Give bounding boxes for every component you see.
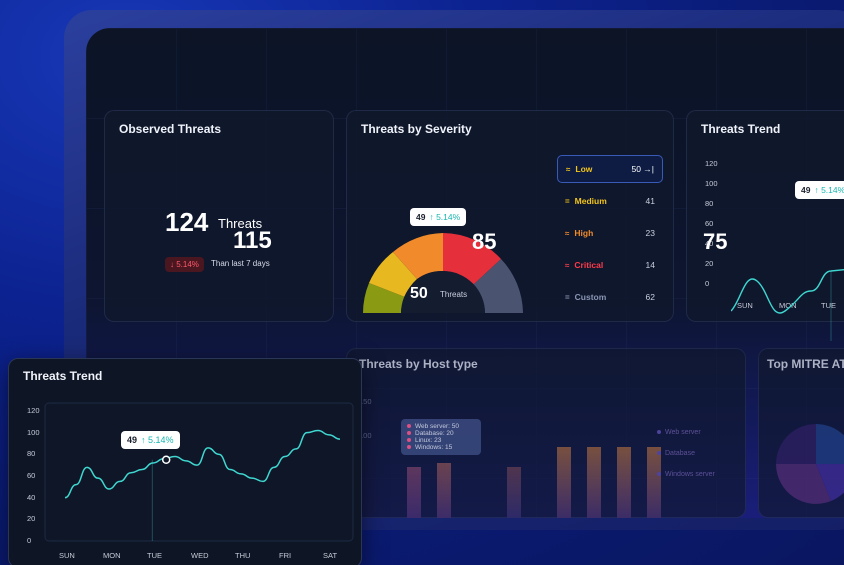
trend-marker	[161, 455, 171, 464]
trend-back-ytick: 20	[705, 259, 714, 268]
severity-legend-label: Custom	[574, 292, 607, 302]
trend-back-ytick: 80	[705, 199, 714, 208]
severity-legend-value: 23	[645, 228, 655, 238]
host-legend-item: Web server	[657, 429, 715, 436]
backdrop: Observed Threats 124 Threats 115 ↓ 5.14%…	[0, 0, 844, 565]
trend-chart	[44, 402, 354, 542]
host-legend: Web server Database Windows server	[657, 429, 715, 492]
severity-legend-value: 14	[645, 260, 655, 270]
trend-back-ytick: 60	[705, 219, 714, 228]
severity-legend-label: High	[574, 228, 594, 238]
observed-threats-value: 124	[165, 207, 209, 237]
threats-severity-card[interactable]: Threats by Severity 49 ↑ 5.14% 85 50 Thre…	[346, 110, 674, 322]
host-tooltip: Web server: 50 Database: 20 Linux: 23 Windo…	[401, 419, 481, 455]
observed-threats-title: Observed Threats	[119, 122, 222, 136]
plot-area	[44, 402, 354, 542]
host-type-card[interactable]: Threats by Host type 150 100 Web server:…	[346, 348, 746, 518]
mitre-card[interactable]: Top MITRE AT	[758, 348, 844, 518]
severity-level-icon: ≈	[565, 260, 570, 270]
host-tooltip-line: Database: 20	[407, 430, 475, 437]
severity-legend-medium[interactable]: = Medium 41	[557, 187, 663, 215]
host-legend-item: Windows server	[657, 471, 715, 478]
severity-legend-value: 50 →|	[631, 164, 654, 174]
severity-tooltip: 49 ↑ 5.14%	[410, 208, 467, 226]
observed-threats-card[interactable]: Observed Threats 124 Threats 115 ↓ 5.14%…	[104, 110, 334, 322]
severity-title: Threats by Severity	[361, 122, 472, 136]
host-legend-item: Database	[657, 450, 715, 457]
severity-side-value: 85	[472, 229, 497, 254]
severity-legend-custom[interactable]: = Custom 62	[557, 283, 663, 311]
host-tooltip-line: Linux: 23	[407, 437, 475, 444]
trend-back-ytick: 0	[705, 279, 710, 288]
host-tooltip-line: Windows: 15	[407, 444, 475, 451]
gauge-center-label: Threats	[440, 290, 468, 299]
trend-back-side-value: 75	[703, 229, 728, 254]
severity-legend-value: 41	[645, 196, 655, 206]
trend-back-line	[731, 268, 844, 341]
severity-legend-label: Critical	[574, 260, 604, 270]
severity-legend-value: 62	[645, 292, 655, 302]
mitre-pie	[776, 424, 844, 504]
host-tooltip-line: Web server: 50	[407, 423, 475, 430]
severity-legend-high[interactable]: ≈ High 23	[557, 219, 663, 247]
observed-threats-secondary: 115	[233, 227, 272, 254]
trend-back-title: Threats Trend	[701, 122, 781, 136]
severity-level-icon: =	[565, 292, 570, 302]
trend-back-tooltip: 49 ↑ 5.14%	[795, 181, 844, 199]
threats-trend-card[interactable]: Threats Trend 120 100 80 60 40 20 0 SUN MON TUE W…	[8, 358, 362, 565]
compare-text: Than last 7 days	[211, 259, 270, 268]
trend-back-ytick: 100	[705, 179, 718, 188]
severity-level-icon: ≈	[566, 164, 571, 174]
threats-trend-card-back[interactable]: Threats Trend 120 100 80 60 40 20 0 SUN MON TUE …	[686, 110, 844, 341]
trend-tooltip: 49 ↑ 5.14%	[121, 431, 180, 449]
trend-back-ytick: 120	[705, 159, 718, 168]
severity-level-icon: =	[565, 196, 570, 206]
mitre-title: Top MITRE AT	[767, 357, 844, 371]
severity-legend-low[interactable]: ≈ Low 50 →|	[557, 155, 663, 183]
gauge-center-value: 50	[410, 285, 428, 302]
severity-legend-label: Low	[575, 164, 593, 174]
host-type-title: Threats by Host type	[359, 357, 478, 371]
severity-legend-label: Medium	[574, 196, 607, 206]
change-badge: ↓ 5.14%	[165, 257, 204, 272]
severity-legend-critical[interactable]: ≈ Critical 14	[557, 251, 663, 279]
severity-level-icon: ≈	[565, 228, 570, 238]
